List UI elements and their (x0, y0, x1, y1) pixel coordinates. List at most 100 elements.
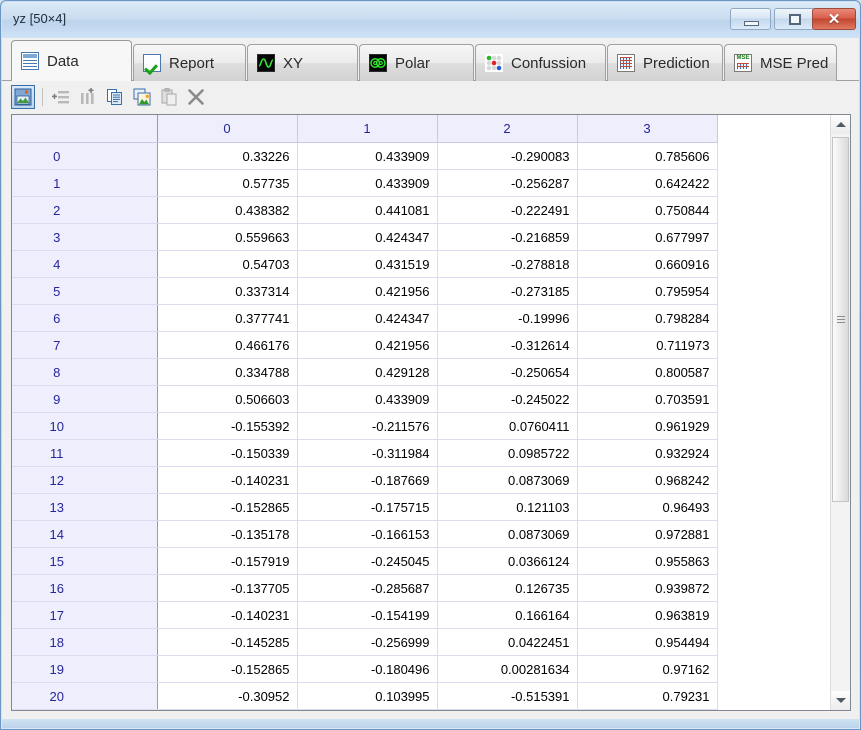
scroll-thumb[interactable] (832, 137, 849, 502)
table-row[interactable]: 3 0.559663 0.424347 -0.216859 0.677997 (12, 223, 718, 251)
table-cell[interactable]: -0.256287 (437, 169, 578, 197)
table-cell[interactable]: 0.121103 (437, 493, 578, 521)
table-cell[interactable]: 0.800587 (577, 358, 718, 386)
insert-column-button[interactable] (76, 85, 100, 109)
table-row[interactable]: 11 -0.150339 -0.311984 0.0985722 0.932924 (12, 439, 718, 467)
table-row[interactable]: 2 0.438382 0.441081 -0.222491 0.750844 (12, 196, 718, 224)
table-cell[interactable]: -0.216859 (437, 223, 578, 251)
table-cell[interactable]: -0.154199 (297, 601, 438, 629)
table-cell[interactable]: -0.137705 (157, 574, 298, 602)
table-cell[interactable]: -0.157919 (157, 547, 298, 575)
table-row[interactable]: 19 -0.152865 -0.180496 0.00281634 0.97162 (12, 655, 718, 683)
table-cell[interactable]: -0.180496 (297, 655, 438, 683)
table-cell[interactable]: 0.932924 (577, 439, 718, 467)
table-row[interactable]: 16 -0.137705 -0.285687 0.126735 0.939872 (12, 574, 718, 602)
table-cell[interactable]: -0.140231 (157, 466, 298, 494)
paste-button[interactable] (157, 85, 181, 109)
table-row[interactable]: 8 0.334788 0.429128 -0.250654 0.800587 (12, 358, 718, 386)
table-cell[interactable]: -0.312614 (437, 331, 578, 359)
row-header[interactable]: 0 (12, 142, 158, 170)
table-cell[interactable]: 0.711973 (577, 331, 718, 359)
table-cell[interactable]: -0.256999 (297, 628, 438, 656)
table-cell[interactable]: 0.441081 (297, 196, 438, 224)
table-row[interactable]: 0 0.33226 0.433909 -0.290083 0.785606 (12, 142, 718, 170)
copy-image-button[interactable] (130, 85, 154, 109)
row-header[interactable]: 16 (12, 574, 158, 602)
table-cell[interactable]: -0.285687 (297, 574, 438, 602)
row-header[interactable]: 9 (12, 385, 158, 413)
table-cell[interactable]: 0.421956 (297, 331, 438, 359)
table-row[interactable]: 1 0.57735 0.433909 -0.256287 0.642422 (12, 169, 718, 197)
tab-mse-pred[interactable]: MSE Pred (724, 44, 837, 81)
table-cell[interactable]: -0.19996 (437, 304, 578, 332)
row-header[interactable]: 21 (12, 709, 158, 710)
column-header-2[interactable]: 2 (437, 115, 578, 143)
table-cell[interactable]: 0.57735 (157, 169, 298, 197)
maximize-button[interactable] (774, 8, 815, 30)
row-header[interactable]: 1 (12, 169, 158, 197)
table-row[interactable]: 15 -0.157919 -0.245045 0.0366124 0.955863 (12, 547, 718, 575)
table-cell[interactable]: -0.273185 (437, 277, 578, 305)
table-cell[interactable]: -0.245045 (297, 547, 438, 575)
table-cell[interactable]: 0.431519 (297, 250, 438, 278)
row-header[interactable]: 12 (12, 466, 158, 494)
table-cell[interactable]: 0.96493 (577, 493, 718, 521)
table-cell[interactable]: 0.429128 (297, 358, 438, 386)
table-cell[interactable]: 0.642422 (577, 169, 718, 197)
table-row[interactable]: 6 0.377741 0.424347 -0.19996 0.798284 (12, 304, 718, 332)
table-row[interactable]: 18 -0.145285 -0.256999 0.0422451 0.954494 (12, 628, 718, 656)
table-cell[interactable]: -0.140231 (157, 601, 298, 629)
table-cell[interactable]: 0.0872601 (297, 709, 438, 710)
table-row[interactable]: 14 -0.135178 -0.166153 0.0873069 0.972881 (12, 520, 718, 548)
scroll-down-arrow[interactable] (831, 691, 850, 710)
table-cell[interactable]: 0.433909 (297, 385, 438, 413)
table-cell[interactable]: 0.0366124 (437, 547, 578, 575)
table-row[interactable]: 5 0.337314 0.421956 -0.273185 0.795954 (12, 277, 718, 305)
close-button[interactable]: ✕ (812, 8, 856, 30)
table-cell[interactable]: 0.433909 (297, 142, 438, 170)
table-cell[interactable]: 0.377741 (157, 304, 298, 332)
row-header[interactable]: 15 (12, 547, 158, 575)
tab-data[interactable]: Data (11, 40, 132, 81)
table-cell[interactable]: 0.79231 (577, 682, 718, 710)
table-cell[interactable]: -0.211576 (297, 412, 438, 440)
table-row[interactable]: 17 -0.140231 -0.154199 0.166164 0.963819 (12, 601, 718, 629)
minimize-button[interactable] (730, 8, 771, 30)
table-cell[interactable]: 0.00281634 (437, 655, 578, 683)
table-row[interactable]: 12 -0.140231 -0.187669 0.0873069 0.968242 (12, 466, 718, 494)
table-cell[interactable]: -0.33226 (157, 709, 298, 710)
copy-button[interactable] (103, 85, 127, 109)
table-cell[interactable]: 0.166164 (437, 601, 578, 629)
column-header-1[interactable]: 1 (297, 115, 438, 143)
table-cell[interactable]: -0.175715 (297, 493, 438, 521)
row-header[interactable]: 7 (12, 331, 158, 359)
table-cell[interactable]: 0.972881 (577, 520, 718, 548)
table-cell[interactable]: 0.433909 (297, 169, 438, 197)
table-cell[interactable]: 0.795954 (577, 277, 718, 305)
table-cell[interactable]: -0.135178 (157, 520, 298, 548)
table-cell[interactable]: 0.97162 (577, 655, 718, 683)
table-row[interactable]: 4 0.54703 0.431519 -0.278818 0.660916 (12, 250, 718, 278)
grid-corner-cell[interactable] (12, 115, 158, 143)
table-cell[interactable]: 0.424347 (297, 304, 438, 332)
table-row[interactable]: 7 0.466176 0.421956 -0.312614 0.711973 (12, 331, 718, 359)
table-cell[interactable]: -0.311984 (297, 439, 438, 467)
row-header[interactable]: 6 (12, 304, 158, 332)
table-cell[interactable]: 0.103995 (297, 682, 438, 710)
table-cell[interactable]: 0.963819 (577, 601, 718, 629)
table-cell[interactable]: -0.145285 (157, 628, 298, 656)
vertical-scrollbar[interactable] (830, 115, 850, 710)
table-cell[interactable]: 0.0985722 (437, 439, 578, 467)
tab-polar[interactable]: Polar (359, 44, 474, 81)
table-cell[interactable]: 0.54703 (157, 250, 298, 278)
table-cell[interactable]: -0.250654 (437, 358, 578, 386)
insert-rows-button[interactable] (49, 85, 73, 109)
table-cell[interactable]: 0.559663 (157, 223, 298, 251)
table-cell[interactable]: 0.424347 (297, 223, 438, 251)
table-cell[interactable]: 0.438382 (157, 196, 298, 224)
table-cell[interactable]: 0.799423 (577, 709, 718, 710)
row-header[interactable]: 8 (12, 358, 158, 386)
row-header[interactable]: 13 (12, 493, 158, 521)
table-cell[interactable]: 0.939872 (577, 574, 718, 602)
table-cell[interactable]: 0.421956 (297, 277, 438, 305)
